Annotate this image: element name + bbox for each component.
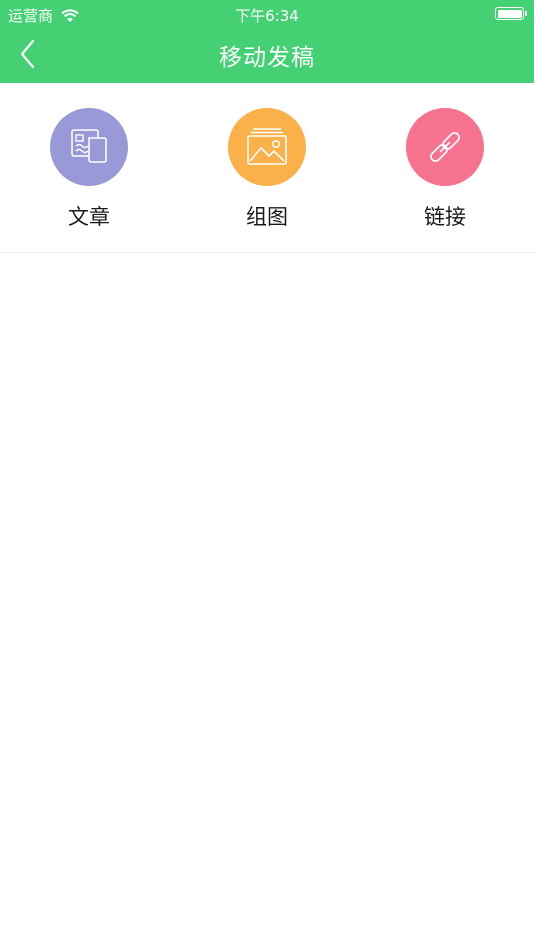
battery-level (497, 9, 522, 18)
header: 运营商 下午6:34 移动发稿 (0, 0, 534, 83)
gallery-label: 组图 (246, 205, 288, 229)
page-title: 移动发稿 (219, 45, 315, 71)
gallery-action[interactable]: 组图 (197, 108, 337, 238)
nav-bar: 移动发稿 (0, 28, 534, 83)
article-circle (50, 108, 128, 186)
article-action[interactable]: 文章 (19, 108, 159, 238)
battery-icon (495, 7, 527, 20)
link-action[interactable]: 链接 (375, 108, 515, 238)
action-row: 文章 组图 链接 (0, 83, 534, 253)
link-icon (430, 132, 460, 162)
status-bar: 运营商 下午6:34 (0, 0, 534, 28)
back-button[interactable] (10, 36, 46, 72)
chevron-left-icon (20, 39, 35, 69)
battery-tip (525, 11, 527, 16)
article-icon (71, 129, 107, 163)
status-time: 下午6:34 (235, 7, 299, 25)
link-circle (406, 108, 484, 186)
gallery-icon (247, 128, 287, 165)
article-label: 文章 (68, 205, 110, 229)
gallery-circle (228, 108, 306, 186)
link-label: 链接 (424, 205, 466, 229)
